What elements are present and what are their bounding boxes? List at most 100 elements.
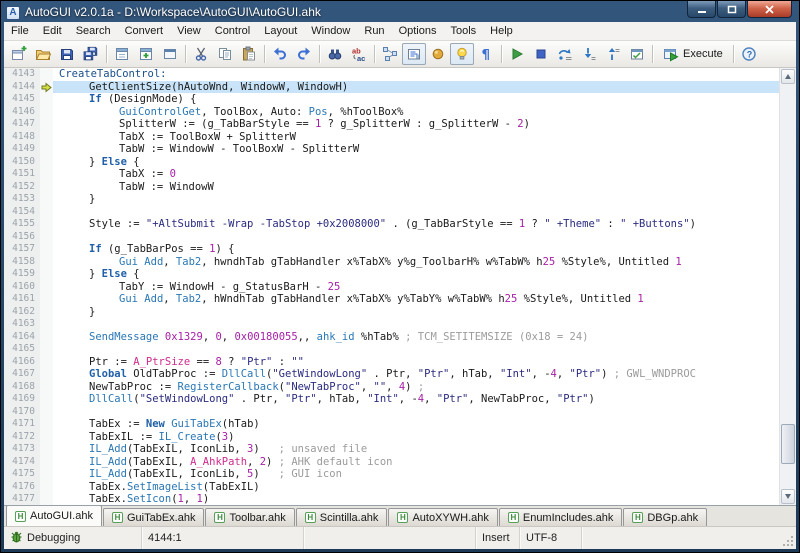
code-line[interactable]: 4176TabEx.SetImageList(TabExIL) [4,481,779,494]
app-icon[interactable]: A [6,6,20,20]
code-line[interactable]: 4161Gui Add, Tab2, hWndhTab gTabHandler … [4,293,779,306]
line-number: 4144 [4,81,40,94]
doc-tab-autoxywh-ahk[interactable]: HAutoXYWH.ahk [388,508,497,526]
step-out-icon[interactable] [601,43,625,65]
code-text: TabEx.SetImageList(TabExIL) [53,481,779,494]
code-line[interactable]: 4167Global OldTabProc := DllCall("GetWin… [4,368,779,381]
debug-window-icon[interactable] [625,43,649,65]
find-icon[interactable] [323,43,347,65]
menu-item-file[interactable]: File [4,22,36,41]
code-line[interactable]: 4143CreateTabControl: [4,68,779,81]
code-line[interactable]: 4146GuiControlGet, ToolBox, Auto: Pos, %… [4,106,779,119]
menu-item-help[interactable]: Help [483,22,520,41]
redo-icon[interactable] [292,43,316,65]
doc-tab-dbgp-ahk[interactable]: HDBGp.ahk [623,508,707,526]
menu-item-layout[interactable]: Layout [257,22,304,41]
code-line[interactable]: 4162} [4,306,779,319]
menu-item-window[interactable]: Window [304,22,357,41]
marker-margin [40,156,53,169]
doc-tab-toolbar-ahk[interactable]: HToolbar.ahk [205,508,294,526]
save-icon[interactable] [55,43,79,65]
code-line[interactable]: 4156 [4,231,779,244]
close-button[interactable] [747,1,792,18]
open-icon[interactable] [31,43,55,65]
output-panel-icon[interactable] [402,43,426,65]
code-line[interactable]: 4174IL_Add(TabExIL, A_AhkPath, 2) ; AHK … [4,456,779,469]
menu-item-view[interactable]: View [170,22,208,41]
menu-item-edit[interactable]: Edit [36,22,69,41]
undo-icon[interactable] [268,43,292,65]
scroll-up-icon[interactable] [781,69,795,84]
menu-item-options[interactable]: Options [392,22,444,41]
code-line[interactable]: 4177TabEx.SetIcon(1, 1) [4,493,779,505]
paste-icon[interactable] [237,43,261,65]
title-bar[interactable]: A AutoGUI v2.0.1a - D:\Workspace\AutoGUI… [4,1,796,22]
doc-tab-scintilla-ahk[interactable]: HScintilla.ahk [296,508,388,526]
code-line[interactable]: 4145If (DesignMode) { [4,93,779,106]
copy-icon[interactable] [213,43,237,65]
execute-button[interactable]: Execute [656,43,730,65]
code-line[interactable]: 4172TabExIL := IL_Create(3) [4,431,779,444]
ahk-file-icon: H [15,511,26,522]
minimize-button[interactable] [687,1,716,18]
code-line[interactable]: 4154 [4,206,779,219]
new-gui-icon[interactable] [7,43,31,65]
code-line[interactable]: 4173IL_Add(TabExIL, IconLib, 3) ; unsave… [4,443,779,456]
help-icon[interactable]: ? [737,43,761,65]
menu-item-run[interactable]: Run [357,22,391,41]
stop-icon[interactable] [529,43,553,65]
code-line[interactable]: 4159} Else { [4,268,779,281]
status-bar: Debugging4144:1InsertUTF-8 [4,527,796,549]
variables-icon[interactable] [426,43,450,65]
show-symbols-icon[interactable]: ¶ [474,43,498,65]
window-preview-icon[interactable] [158,43,182,65]
step-into-icon[interactable] [577,43,601,65]
code-line[interactable]: 4160TabY := WindowH - g_StatusBarH - 25 [4,281,779,294]
code-line[interactable]: 4169DllCall("SetWindowLong" . Ptr, "Ptr"… [4,393,779,406]
menu-item-control[interactable]: Control [208,22,257,41]
window-controls [686,1,792,18]
doc-tab-enumincludes-ahk[interactable]: HEnumIncludes.ahk [499,508,623,526]
doc-tab-guitabex-ahk[interactable]: HGuiTabEx.ahk [103,508,204,526]
vertical-scrollbar[interactable] [779,68,796,505]
code-line[interactable]: 4158Gui Add, Tab2, hwndhTab gTabHandler … [4,256,779,269]
code-line[interactable]: 4155Style := "+AltSubmit -Wrap -TabStop … [4,218,779,231]
format-code-icon[interactable] [378,43,402,65]
code-area[interactable]: 4143CreateTabControl:4144GetClientSize(h… [4,68,779,505]
code-line[interactable]: 4152TabW := WindowW [4,181,779,194]
code-line[interactable]: 4151TabX := 0 [4,168,779,181]
code-line[interactable]: 4157If (g_TabBarPos == 1) { [4,243,779,256]
code-line[interactable]: 4170 [4,406,779,419]
maximize-button[interactable] [717,1,746,18]
save-all-icon[interactable] [79,43,103,65]
menu-item-tools[interactable]: Tools [443,22,483,41]
doc-tab-autogui-ahk[interactable]: HAutoGUI.ahk [6,505,102,526]
code-line[interactable]: 4163 [4,318,779,331]
code-line[interactable]: 4148TabX := ToolBoxW + SplitterW [4,131,779,144]
code-line[interactable]: 4175IL_Add(TabExIL, IconLib, 5) ; GUI ic… [4,468,779,481]
add-window-icon[interactable] [134,43,158,65]
scroll-down-icon[interactable] [781,489,795,504]
window-designer-icon[interactable] [110,43,134,65]
code-line[interactable]: 4171TabEx := New GuiTabEx(hTab) [4,418,779,431]
scrollbar-thumb[interactable] [781,424,795,464]
code-line[interactable]: 4153} [4,193,779,206]
step-over-icon[interactable] [553,43,577,65]
run-icon[interactable] [505,43,529,65]
replace-icon[interactable]: abac [347,43,371,65]
code-line[interactable]: 4164SendMessage 0x1329, 0, 0x00180055,, … [4,331,779,344]
menu-item-convert[interactable]: Convert [118,22,171,41]
cut-icon[interactable] [189,43,213,65]
resize-grip[interactable] [780,527,796,549]
code-line[interactable]: 4166Ptr := A_PtrSize == 8 ? "Ptr" : "" [4,356,779,369]
code-editor[interactable]: 4143CreateTabControl:4144GetClientSize(h… [4,68,796,506]
code-line[interactable]: 4149TabW := WindowW - ToolBoxW - Splitte… [4,143,779,156]
code-line[interactable]: 4147SplitterW := (g_TabBarStyle == 1 ? g… [4,118,779,131]
code-line[interactable]: 4168NewTabProc := RegisterCallback("NewT… [4,381,779,394]
menu-item-search[interactable]: Search [69,22,118,41]
code-line[interactable]: 4150} Else { [4,156,779,169]
client-area: FileEditSearchConvertViewControlLayoutWi… [4,22,796,549]
code-line[interactable]: 4144GetClientSize(hAutoWnd, WindowW, Win… [4,81,779,94]
code-line[interactable]: 4165 [4,343,779,356]
tips-lightbulb-icon[interactable] [450,43,474,65]
